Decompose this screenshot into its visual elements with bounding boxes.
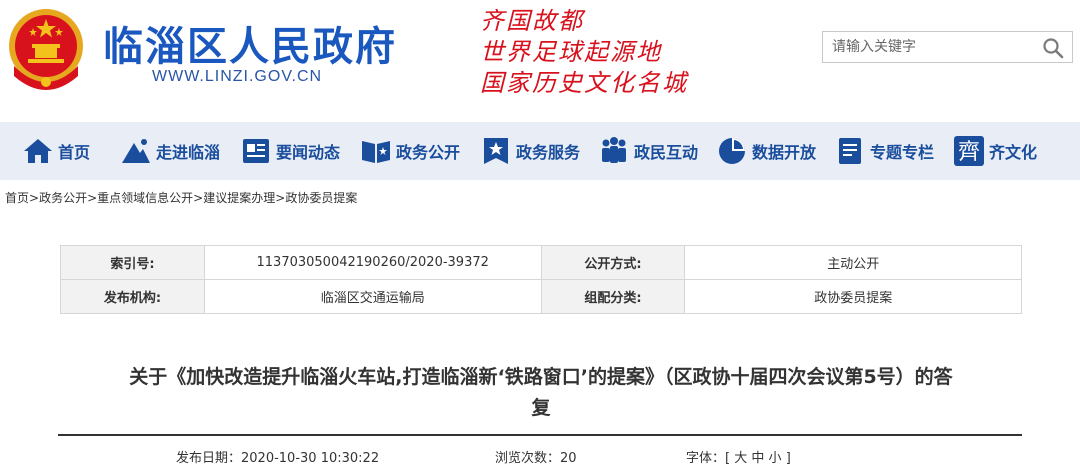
font-large-button[interactable]: 大 [734, 451, 747, 466]
views-label: 浏览次数： [495, 451, 561, 466]
qi-character-icon: 齊 [953, 135, 985, 167]
category-value: 政协委员提案 [684, 279, 1022, 314]
nav-label: 政民互动 [634, 143, 699, 162]
news-icon [240, 135, 272, 167]
article-title-line: 关于《加快改造提升临淄火车站,打造临淄新‘铁路窗口’的提案》（区政协十届四次会议… [129, 366, 953, 388]
views-value: 20 [560, 451, 577, 466]
svg-text:齊: 齊 [958, 140, 980, 165]
nav-label: 专题专栏 [870, 143, 935, 162]
org-value: 临淄区交通运输局 [203, 279, 542, 314]
search-box [822, 31, 1073, 63]
article-title: 关于《加快改造提升临淄火车站,打造临淄新‘铁路窗口’的提案》（区政协十届四次会议… [60, 362, 1022, 424]
slogans: 齐国故都 世界足球起源地 国家历史文化名城 [480, 6, 688, 99]
breadcrumb-home[interactable]: 首页 [5, 191, 29, 205]
nav-label: 政务服务 [516, 143, 581, 162]
publish-date: 发布日期：2020-10-30 10:30:22 [176, 447, 379, 466]
org-label: 发布机构: [60, 279, 205, 314]
document-icon [834, 135, 866, 167]
mountain-icon [120, 135, 152, 167]
site-url[interactable]: WWW.LINZI.GOV.CN [152, 68, 322, 86]
nav-label: 齐文化 [989, 143, 1038, 162]
nav-item-interaction[interactable]: 政民互动 [598, 122, 698, 180]
breadcrumb-key-areas[interactable]: 重点领域信息公开 [97, 191, 193, 205]
search-input[interactable] [823, 32, 1042, 62]
view-count: 浏览次数：20 [495, 447, 577, 466]
nav-item-open-data[interactable]: 数据开放 [716, 122, 816, 180]
nav-item-topics[interactable]: 专题专栏 [834, 122, 934, 180]
nav-label: 走进临淄 [156, 143, 221, 162]
slogan-line: 国家历史文化名城 [480, 69, 688, 97]
article-title-line: 复 [531, 397, 551, 419]
site-title[interactable]: 临淄区人民政府 [103, 14, 397, 72]
font-medium-button[interactable]: 中 [751, 451, 764, 466]
nav-label: 政务公开 [396, 143, 461, 162]
slogan-line: 齐国故都 [480, 7, 584, 35]
publish-label: 发布日期： [176, 451, 242, 466]
site-header: 临淄区人民政府 WWW.LINZI.GOV.CN 齐国故都 世界足球起源地 国家… [0, 0, 1080, 122]
home-icon [22, 135, 54, 167]
index-label: 索引号: [60, 245, 205, 280]
nav-item-news[interactable]: 要闻动态 [240, 122, 340, 180]
nav-item-gov-service[interactable]: 政务服务 [480, 122, 580, 180]
category-label: 组配分类: [540, 279, 686, 314]
breadcrumb-proposals[interactable]: 建议提案办理 [203, 191, 275, 205]
service-star-icon [480, 135, 512, 167]
font-label: 字体： [686, 451, 726, 466]
main-nav: 首页 走进临淄 要闻动态 政务公开 政务服务 政民互动 数据开放 专题专栏 齊 … [0, 122, 1080, 180]
nav-item-about[interactable]: 走进临淄 [120, 122, 220, 180]
publish-date-value: 2020-10-30 10:30:22 [241, 451, 380, 466]
font-size-control: 字体：[ 大 中 小 ] [686, 451, 791, 466]
nav-item-home[interactable]: 首页 [22, 122, 90, 180]
method-label: 公开方式: [540, 245, 686, 280]
document-info-table: 索引号: 11370305004219026​0/2020-39372 公开方式… [60, 245, 1022, 314]
method-value: 主动公开 [684, 245, 1022, 280]
nav-item-gov-open[interactable]: 政务公开 [360, 122, 460, 180]
open-book-icon [360, 135, 392, 167]
pie-chart-icon [716, 135, 748, 167]
index-value: 11370305004219026​0/2020-39372 [203, 245, 542, 280]
divider [58, 434, 1022, 436]
table-row: 发布机构: 临淄区交通运输局 组配分类: 政协委员提案 [60, 279, 1022, 314]
search-icon[interactable] [1042, 37, 1064, 59]
breadcrumb-cppcc-proposals[interactable]: 政协委员提案 [285, 191, 357, 205]
table-row: 索引号: 11370305004219026​0/2020-39372 公开方式… [60, 245, 1022, 280]
nav-label: 要闻动态 [276, 143, 341, 162]
nav-label: 首页 [58, 143, 91, 162]
nav-item-qi-culture[interactable]: 齊 齐文化 [953, 122, 1037, 180]
national-emblem-icon [9, 9, 83, 90]
people-icon [598, 135, 630, 167]
nav-label: 数据开放 [752, 143, 817, 162]
font-small-button[interactable]: 小 [769, 451, 782, 466]
breadcrumb-gov-open[interactable]: 政务公开 [39, 191, 87, 205]
slogan-line: 世界足球起源地 [480, 38, 662, 66]
breadcrumb: 首页>政务公开>重点领域信息公开>建议提案办理>政协委员提案 [5, 191, 358, 205]
